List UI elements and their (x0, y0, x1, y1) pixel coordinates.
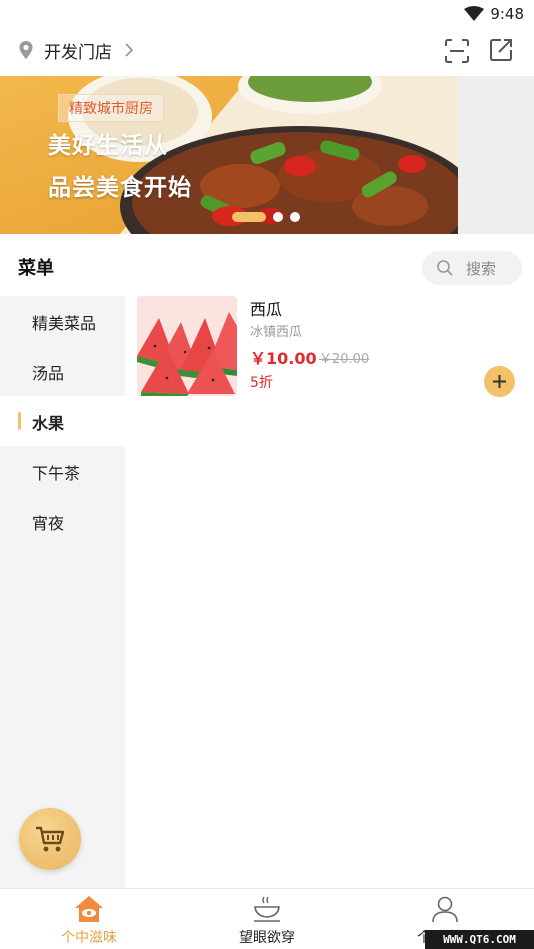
product-discount: 5折 (250, 375, 273, 391)
search-icon (437, 260, 453, 276)
category-sidebar: 精美菜品 汤品 水果 下午茶 宵夜 (0, 296, 125, 888)
category-item-fruit[interactable]: 水果 (0, 396, 125, 446)
teacup-icon (254, 896, 280, 922)
product-original-price: ￥20.00 (319, 352, 370, 367)
user-icon (432, 896, 458, 923)
tab-label: 望眼欲穿 (239, 930, 295, 946)
product-description: 冰镇西瓜 (250, 325, 303, 340)
share-icon[interactable] (488, 37, 514, 63)
house-eye-icon (75, 896, 103, 922)
wifi-icon (464, 6, 484, 21)
banner-headline-1: 美好生活从 (48, 132, 168, 159)
product-price: ￥10.00 (250, 349, 317, 368)
scan-icon[interactable] (444, 38, 470, 64)
tab-label: 个中滋味 (61, 930, 117, 946)
carousel-dot-active[interactable] (232, 212, 266, 222)
top-header: 开发门店 (0, 28, 534, 74)
search-placeholder: 搜索 (466, 260, 497, 278)
tab-home[interactable]: 个中滋味 (0, 889, 178, 949)
banner-headline-2: 品尝美食开始 (48, 174, 192, 201)
search-input[interactable]: 搜索 (422, 251, 522, 285)
site-watermark: WWW.QT6.COM (425, 930, 534, 949)
active-indicator (18, 412, 21, 430)
category-label: 精美菜品 (32, 314, 97, 333)
product-item[interactable]: 西瓜 冰镇西瓜 ￥10.00 ￥20.00 5折 (125, 296, 534, 400)
category-item-dishes[interactable]: 精美菜品 (0, 296, 125, 346)
category-label: 水果 (32, 414, 65, 433)
category-item-afternoon-tea[interactable]: 下午茶 (0, 446, 125, 496)
product-image[interactable] (137, 296, 237, 396)
category-item-late-night[interactable]: 宵夜 (0, 496, 125, 546)
category-label: 宵夜 (32, 514, 65, 533)
promo-banner[interactable]: 精致城市厨房 美好生活从 品尝美食开始 (0, 76, 534, 234)
category-label: 下午茶 (32, 464, 81, 483)
carousel-dot[interactable] (273, 212, 283, 222)
cart-icon (36, 826, 65, 852)
banner-tag: 精致城市厨房 (58, 94, 164, 122)
category-label: 汤品 (32, 364, 65, 383)
product-name: 西瓜 (250, 300, 283, 319)
tab-discover[interactable]: 望眼欲穿 (178, 889, 356, 949)
carousel-dot[interactable] (290, 212, 300, 222)
banner-image: 精致城市厨房 美好生活从 品尝美食开始 (0, 76, 458, 234)
cart-button[interactable] (19, 808, 81, 870)
category-item-soup[interactable]: 汤品 (0, 346, 125, 396)
watermelon-illustration (137, 296, 237, 396)
location-pin-icon (19, 41, 33, 59)
clock-time: 9:48 (490, 5, 524, 23)
add-to-cart-button[interactable] (484, 366, 515, 397)
chevron-right-icon[interactable] (124, 42, 134, 58)
menu-title: 菜单 (18, 258, 54, 279)
status-bar: 9:48 (0, 0, 534, 28)
store-name[interactable]: 开发门店 (44, 38, 112, 63)
plus-icon (493, 375, 506, 388)
carousel-indicator (232, 212, 300, 222)
